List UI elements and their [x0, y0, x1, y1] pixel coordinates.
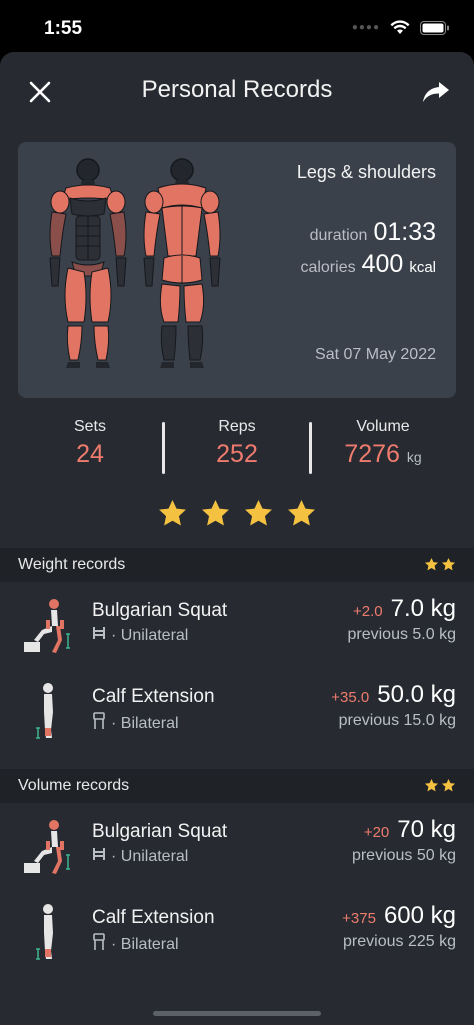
star-icon [442, 557, 455, 571]
duration-label: duration [309, 227, 368, 244]
record-previous: previous 50 kg [351, 847, 456, 864]
record-value-row: +20 70 kg [364, 816, 456, 844]
status-time: 1:55 [44, 18, 83, 39]
volume-value: 7276 [344, 440, 400, 468]
record-previous: previous 225 kg [343, 933, 456, 950]
record-value: 50.0 kg [377, 681, 456, 708]
exercise-type-label: · Unilateral [111, 626, 189, 644]
exercise-name: Bulgarian Squat [92, 821, 228, 842]
battery-icon [420, 20, 449, 35]
star-icon [288, 499, 315, 526]
record-value: 70 kg [397, 816, 456, 843]
exercise-name: Bulgarian Squat [92, 600, 228, 621]
equipment-icon [92, 933, 106, 956]
star-icon [159, 499, 186, 526]
exercise-type: · Unilateral [92, 626, 188, 645]
reps-label: Reps [218, 418, 256, 435]
front-body-figure [49, 158, 127, 368]
record-value: 600 kg [383, 902, 456, 929]
stats-divider [162, 422, 165, 474]
weight-records-title: Weight records [18, 556, 126, 573]
navbar: Personal Records [0, 52, 474, 132]
volume-label: Volume [356, 418, 410, 435]
exercise-type: · Unilateral [92, 847, 188, 866]
record-row[interactable]: Bulgarian Squat · Unilateral +20 70 kg p… [0, 807, 474, 893]
signal-icon: ●●●● [351, 22, 380, 33]
calories-row: calories 400 kcal [300, 250, 436, 279]
bulgarian-squat-icon [24, 820, 70, 874]
share-icon[interactable] [420, 76, 452, 108]
equipment-icon [92, 712, 106, 735]
duration-row: duration 01:33 [310, 218, 436, 247]
exercise-icon [22, 817, 72, 877]
record-delta: +375 [342, 910, 376, 927]
page-title: Personal Records [141, 76, 333, 103]
record-previous: previous 5.0 kg [347, 626, 456, 643]
volume-stat: Volume 7276 kg [313, 418, 453, 469]
home-indicator [153, 1011, 321, 1016]
exercise-type-label: · Unilateral [111, 847, 189, 865]
star-icon [425, 557, 438, 571]
star-icon [425, 778, 438, 792]
calf-extension-icon [36, 683, 53, 739]
record-row[interactable]: Calf Extension · Bilateral +35.0 50.0 kg… [0, 672, 474, 758]
duration-value: 01:33 [373, 218, 436, 246]
record-value-row: +375 600 kg [342, 902, 456, 930]
weight-records-header: Weight records [0, 548, 474, 582]
sets-label: Sets [73, 418, 106, 435]
calories-label: calories [300, 259, 356, 276]
workout-stats: Sets 24 Reps 252 Volume 7276 kg [0, 418, 474, 478]
star-icon [245, 499, 272, 526]
wifi-icon [390, 20, 410, 34]
equipment-icon [92, 847, 106, 866]
volume-unit: kg [406, 449, 422, 465]
volume-value-row: 7276 kg [313, 440, 453, 469]
muscle-map-icon [49, 158, 221, 368]
status-icons: ●●●● [352, 20, 450, 35]
weight-records-stars [424, 557, 456, 572]
status-bar: 1:55 ●●●● [0, 0, 474, 52]
sets-value: 24 [76, 440, 104, 468]
exercise-name: Calf Extension [92, 686, 215, 707]
volume-records-header: Volume records [0, 769, 474, 803]
exercise-type: · Bilateral [92, 933, 179, 956]
record-value-row: +2.0 7.0 kg [353, 595, 456, 623]
calf-extension-icon [36, 904, 53, 960]
bulgarian-squat-icon [24, 599, 70, 653]
sets-stat: Sets 24 [20, 418, 160, 469]
exercise-icon [22, 596, 72, 656]
exercise-type: · Bilateral [92, 712, 179, 735]
exercise-icon [22, 903, 72, 963]
record-value: 7.0 kg [390, 595, 456, 622]
star-icon [442, 778, 455, 792]
workout-rating[interactable] [0, 498, 474, 529]
stats-divider [309, 422, 312, 474]
calories-value: 400 [361, 250, 404, 278]
equipment-icon [92, 626, 106, 645]
record-row[interactable]: Bulgarian Squat · Unilateral +2.0 7.0 kg… [0, 586, 474, 672]
reps-stat: Reps 252 [167, 418, 307, 469]
volume-records-stars [424, 778, 456, 793]
workout-summary-card[interactable]: Legs & shoulders duration 01:33 calories… [18, 142, 456, 398]
volume-records-title: Volume records [18, 777, 130, 794]
star-icon [202, 499, 229, 526]
record-delta: +20 [363, 824, 390, 841]
workout-date: Sat 07 May 2022 [315, 346, 436, 363]
exercise-type-label: · Bilateral [111, 714, 179, 732]
record-previous: previous 15.0 kg [338, 712, 456, 729]
record-delta: +35.0 [331, 689, 370, 706]
calories-unit: kcal [409, 259, 436, 276]
back-body-figure [143, 158, 221, 368]
record-row[interactable]: Calf Extension · Bilateral +375 600 kg p… [0, 893, 474, 979]
exercise-type-label: · Bilateral [111, 935, 179, 953]
record-delta: +2.0 [352, 603, 383, 620]
personal-records-sheet: Personal Records Legs & shoulders durati… [0, 52, 474, 1025]
exercise-name: Calf Extension [92, 907, 215, 928]
reps-value: 252 [216, 440, 258, 468]
exercise-icon [22, 682, 72, 742]
record-value-row: +35.0 50.0 kg [331, 681, 456, 709]
workout-name: Legs & shoulders [296, 162, 436, 182]
